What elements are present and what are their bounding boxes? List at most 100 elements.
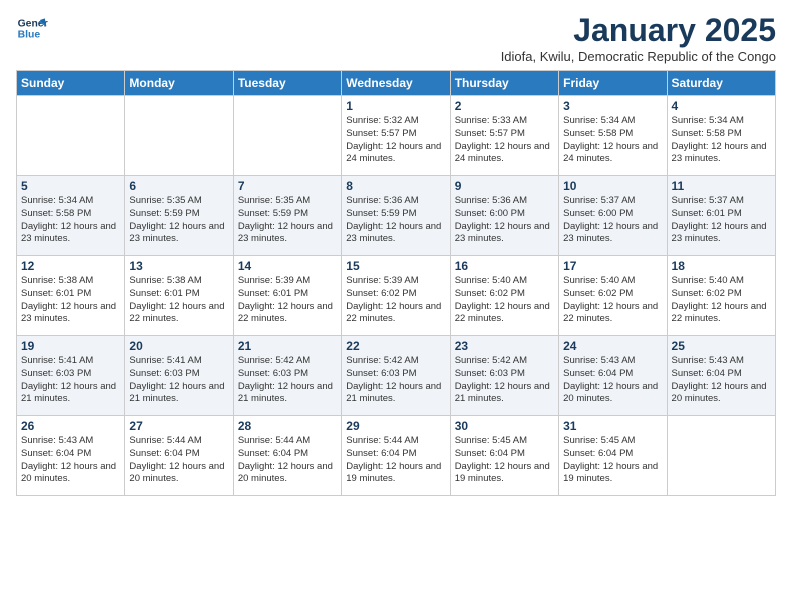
- title-block: January 2025 Idiofa, Kwilu, Democratic R…: [501, 12, 776, 64]
- cell-0-3: 1 Sunrise: 5:32 AM Sunset: 5:57 PM Daylig…: [342, 96, 450, 176]
- day-number: 8: [346, 179, 445, 193]
- day-number: 28: [238, 419, 337, 433]
- cell-3-5: 24 Sunrise: 5:43 AM Sunset: 6:04 PM Dayli…: [559, 336, 667, 416]
- cell-0-1: [125, 96, 233, 176]
- cell-4-0: 26 Sunrise: 5:43 AM Sunset: 6:04 PM Dayli…: [17, 416, 125, 496]
- day-number: 2: [455, 99, 554, 113]
- cell-4-2: 28 Sunrise: 5:44 AM Sunset: 6:04 PM Dayli…: [233, 416, 341, 496]
- week-row-4: 26 Sunrise: 5:43 AM Sunset: 6:04 PM Dayli…: [17, 416, 776, 496]
- day-info: Sunrise: 5:38 AM Sunset: 6:01 PM Dayligh…: [21, 275, 120, 326]
- cell-1-4: 9Sunrise: 5:36 AM Sunset: 6:00 PM Daylig…: [450, 176, 558, 256]
- week-row-2: 12 Sunrise: 5:38 AM Sunset: 6:01 PM Dayli…: [17, 256, 776, 336]
- cell-4-3: 29 Sunrise: 5:44 AM Sunset: 6:04 PM Dayli…: [342, 416, 450, 496]
- day-info: Sunrise: 5:36 AM Sunset: 6:00 PM Dayligh…: [455, 195, 554, 246]
- cell-0-0: [17, 96, 125, 176]
- day-number: 10: [563, 179, 662, 193]
- col-tuesday: Tuesday: [233, 71, 341, 96]
- cell-3-3: 22 Sunrise: 5:42 AM Sunset: 6:03 PM Dayli…: [342, 336, 450, 416]
- cell-2-0: 12 Sunrise: 5:38 AM Sunset: 6:01 PM Dayli…: [17, 256, 125, 336]
- cell-2-3: 15Sunrise: 5:39 AM Sunset: 6:02 PM Dayli…: [342, 256, 450, 336]
- day-number: 6: [129, 179, 228, 193]
- page: General Blue January 2025 Idiofa, Kwilu,…: [0, 0, 792, 612]
- day-number: 24: [563, 339, 662, 353]
- day-number: 16: [455, 259, 554, 273]
- day-info: Sunrise: 5:36 AM Sunset: 5:59 PM Dayligh…: [346, 195, 445, 246]
- day-info: Sunrise: 5:40 AM Sunset: 6:02 PM Dayligh…: [455, 275, 554, 326]
- month-title: January 2025: [501, 12, 776, 49]
- day-number: 19: [21, 339, 120, 353]
- subtitle: Idiofa, Kwilu, Democratic Republic of th…: [501, 49, 776, 64]
- cell-3-1: 20 Sunrise: 5:41 AM Sunset: 6:03 PM Dayli…: [125, 336, 233, 416]
- logo-icon: General Blue: [16, 12, 48, 44]
- day-info: Sunrise: 5:40 AM Sunset: 6:02 PM Dayligh…: [672, 275, 771, 326]
- day-info: Sunrise: 5:41 AM Sunset: 6:03 PM Dayligh…: [21, 355, 120, 406]
- day-info: Sunrise: 5:43 AM Sunset: 6:04 PM Dayligh…: [21, 435, 120, 486]
- day-info: Sunrise: 5:42 AM Sunset: 6:03 PM Dayligh…: [238, 355, 337, 406]
- cell-4-1: 27 Sunrise: 5:44 AM Sunset: 6:04 PM Dayli…: [125, 416, 233, 496]
- cell-4-6: [667, 416, 775, 496]
- week-row-0: 1 Sunrise: 5:32 AM Sunset: 5:57 PM Daylig…: [17, 96, 776, 176]
- day-info: Sunrise: 5:33 AM Sunset: 5:57 PM Dayligh…: [455, 115, 554, 166]
- day-number: 31: [563, 419, 662, 433]
- cell-4-5: 31Sunrise: 5:45 AM Sunset: 6:04 PM Dayli…: [559, 416, 667, 496]
- day-number: 4: [672, 99, 771, 113]
- day-info: Sunrise: 5:40 AM Sunset: 6:02 PM Dayligh…: [563, 275, 662, 326]
- day-info: Sunrise: 5:39 AM Sunset: 6:02 PM Dayligh…: [346, 275, 445, 326]
- day-info: Sunrise: 5:44 AM Sunset: 6:04 PM Dayligh…: [129, 435, 228, 486]
- day-info: Sunrise: 5:37 AM Sunset: 6:00 PM Dayligh…: [563, 195, 662, 246]
- day-info: Sunrise: 5:34 AM Sunset: 5:58 PM Dayligh…: [672, 115, 771, 166]
- cell-3-2: 21 Sunrise: 5:42 AM Sunset: 6:03 PM Dayli…: [233, 336, 341, 416]
- day-number: 18: [672, 259, 771, 273]
- day-info: Sunrise: 5:35 AM Sunset: 5:59 PM Dayligh…: [238, 195, 337, 246]
- day-info: Sunrise: 5:44 AM Sunset: 6:04 PM Dayligh…: [238, 435, 337, 486]
- cell-0-4: 2 Sunrise: 5:33 AM Sunset: 5:57 PM Daylig…: [450, 96, 558, 176]
- day-number: 23: [455, 339, 554, 353]
- day-number: 1: [346, 99, 445, 113]
- cell-1-6: 11 Sunrise: 5:37 AM Sunset: 6:01 PM Dayli…: [667, 176, 775, 256]
- day-info: Sunrise: 5:34 AM Sunset: 5:58 PM Dayligh…: [21, 195, 120, 246]
- cell-3-4: 23 Sunrise: 5:42 AM Sunset: 6:03 PM Dayli…: [450, 336, 558, 416]
- day-number: 25: [672, 339, 771, 353]
- day-number: 20: [129, 339, 228, 353]
- cell-1-2: 7 Sunrise: 5:35 AM Sunset: 5:59 PM Daylig…: [233, 176, 341, 256]
- cell-0-2: [233, 96, 341, 176]
- col-monday: Monday: [125, 71, 233, 96]
- day-info: Sunrise: 5:38 AM Sunset: 6:01 PM Dayligh…: [129, 275, 228, 326]
- day-info: Sunrise: 5:43 AM Sunset: 6:04 PM Dayligh…: [563, 355, 662, 406]
- col-sunday: Sunday: [17, 71, 125, 96]
- day-number: 12: [21, 259, 120, 273]
- cell-1-1: 6 Sunrise: 5:35 AM Sunset: 5:59 PM Daylig…: [125, 176, 233, 256]
- cell-1-5: 10 Sunrise: 5:37 AM Sunset: 6:00 PM Dayli…: [559, 176, 667, 256]
- day-number: 29: [346, 419, 445, 433]
- day-number: 21: [238, 339, 337, 353]
- day-number: 7: [238, 179, 337, 193]
- cell-2-2: 14 Sunrise: 5:39 AM Sunset: 6:01 PM Dayli…: [233, 256, 341, 336]
- cell-0-6: 4 Sunrise: 5:34 AM Sunset: 5:58 PM Daylig…: [667, 96, 775, 176]
- day-info: Sunrise: 5:39 AM Sunset: 6:01 PM Dayligh…: [238, 275, 337, 326]
- day-number: 17: [563, 259, 662, 273]
- day-number: 14: [238, 259, 337, 273]
- cell-2-5: 17 Sunrise: 5:40 AM Sunset: 6:02 PM Dayli…: [559, 256, 667, 336]
- cell-3-6: 25 Sunrise: 5:43 AM Sunset: 6:04 PM Dayli…: [667, 336, 775, 416]
- col-saturday: Saturday: [667, 71, 775, 96]
- day-info: Sunrise: 5:32 AM Sunset: 5:57 PM Dayligh…: [346, 115, 445, 166]
- svg-text:Blue: Blue: [18, 30, 41, 41]
- day-info: Sunrise: 5:42 AM Sunset: 6:03 PM Dayligh…: [346, 355, 445, 406]
- day-info: Sunrise: 5:44 AM Sunset: 6:04 PM Dayligh…: [346, 435, 445, 486]
- day-info: Sunrise: 5:41 AM Sunset: 6:03 PM Dayligh…: [129, 355, 228, 406]
- cell-0-5: 3Sunrise: 5:34 AM Sunset: 5:58 PM Daylig…: [559, 96, 667, 176]
- day-info: Sunrise: 5:37 AM Sunset: 6:01 PM Dayligh…: [672, 195, 771, 246]
- cell-2-4: 16 Sunrise: 5:40 AM Sunset: 6:02 PM Dayli…: [450, 256, 558, 336]
- day-info: Sunrise: 5:45 AM Sunset: 6:04 PM Dayligh…: [455, 435, 554, 486]
- day-number: 11: [672, 179, 771, 193]
- calendar-table: Sunday Monday Tuesday Wednesday Thursday…: [16, 70, 776, 496]
- day-number: 22: [346, 339, 445, 353]
- day-info: Sunrise: 5:43 AM Sunset: 6:04 PM Dayligh…: [672, 355, 771, 406]
- day-number: 26: [21, 419, 120, 433]
- day-number: 13: [129, 259, 228, 273]
- cell-2-6: 18 Sunrise: 5:40 AM Sunset: 6:02 PM Dayli…: [667, 256, 775, 336]
- day-info: Sunrise: 5:35 AM Sunset: 5:59 PM Dayligh…: [129, 195, 228, 246]
- day-info: Sunrise: 5:42 AM Sunset: 6:03 PM Dayligh…: [455, 355, 554, 406]
- col-friday: Friday: [559, 71, 667, 96]
- day-number: 27: [129, 419, 228, 433]
